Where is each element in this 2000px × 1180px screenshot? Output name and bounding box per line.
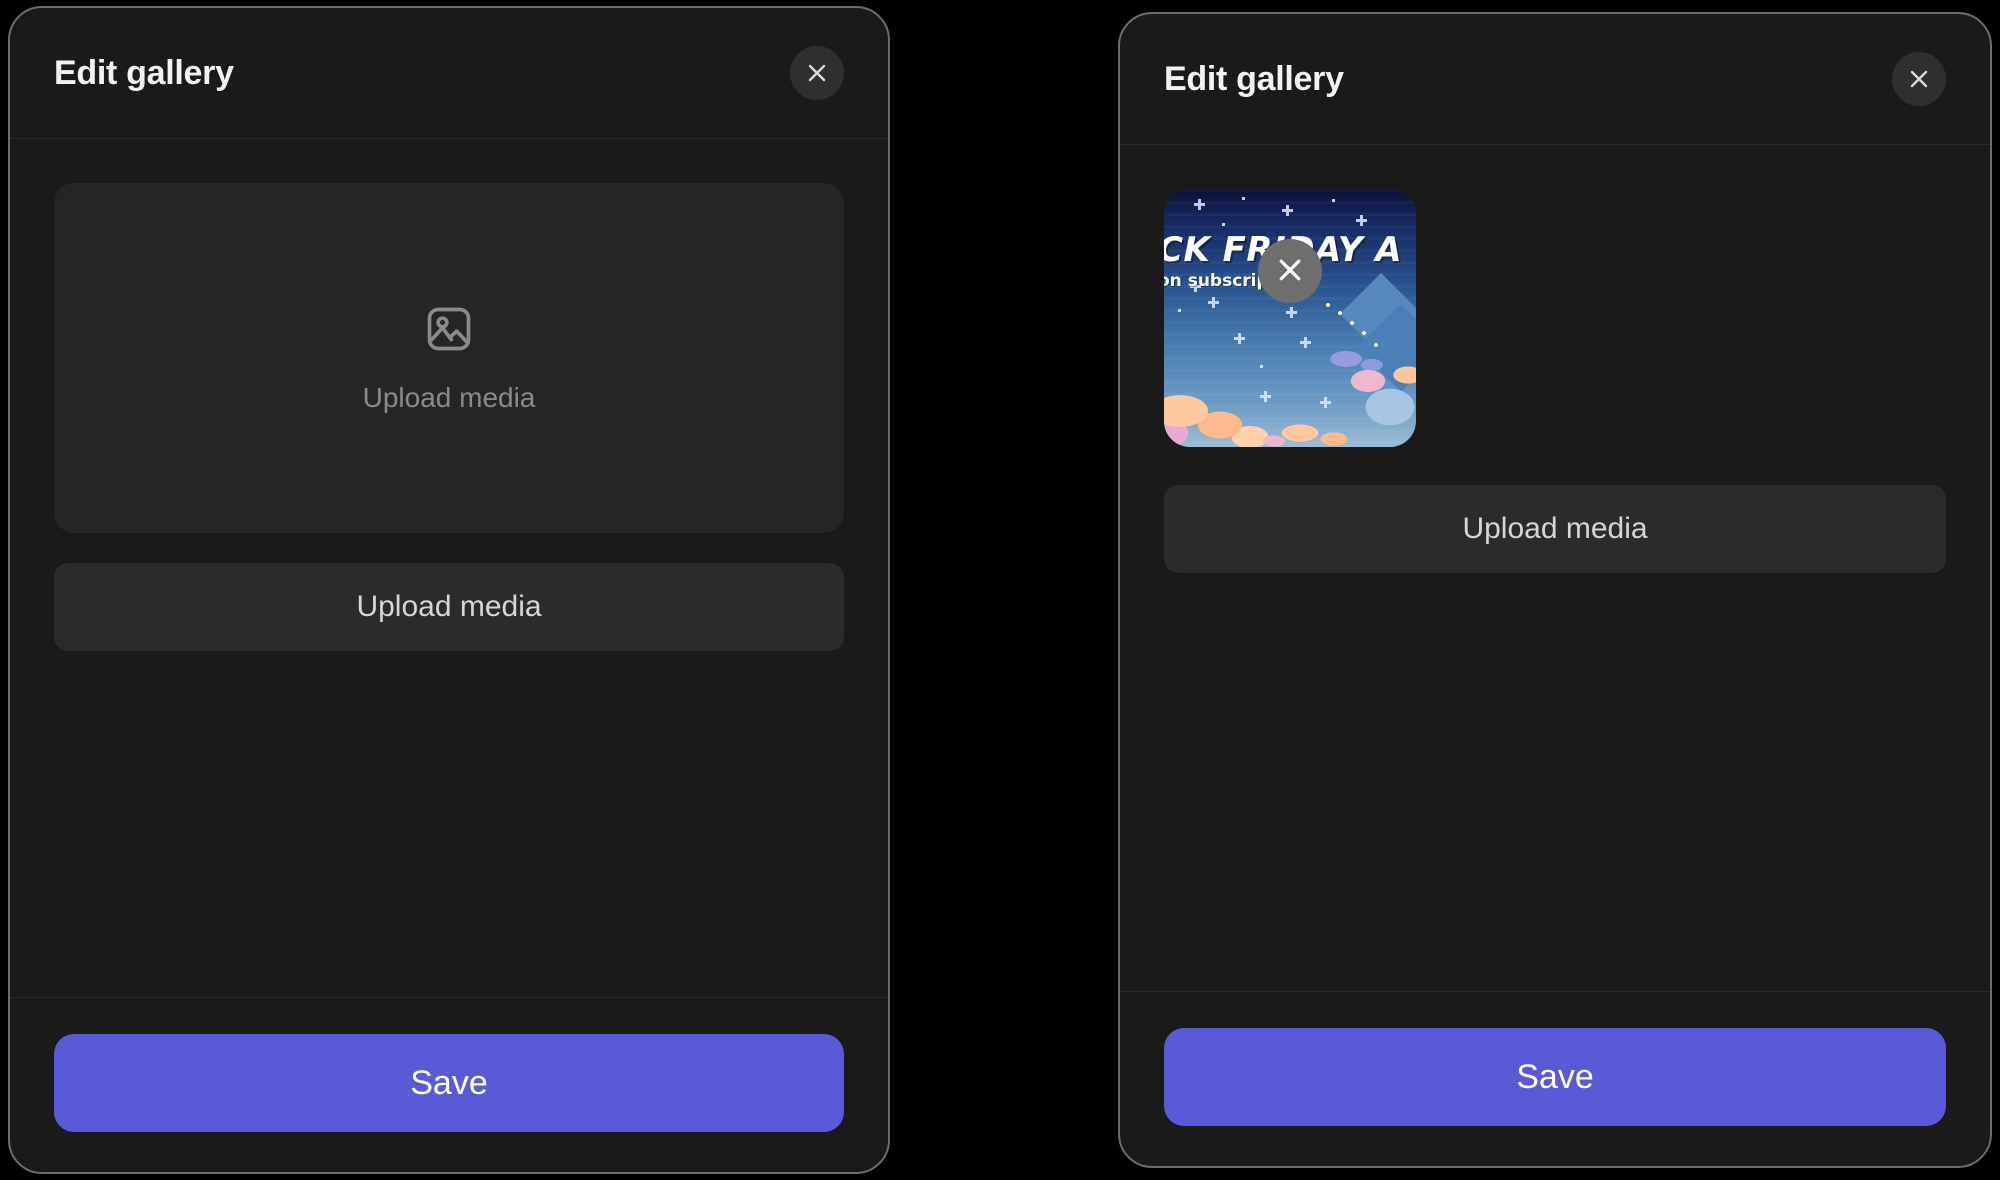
media-dropzone[interactable]: Upload media	[54, 183, 844, 533]
close-icon	[805, 61, 829, 85]
close-button[interactable]	[790, 46, 844, 100]
modal-body: Upload media Upload media	[10, 139, 888, 997]
close-icon	[1275, 255, 1305, 288]
thumbnail-image: CK FRIDAY A on subscriptions	[1164, 189, 1416, 447]
modal-footer: Save	[10, 997, 888, 1172]
upload-media-button[interactable]: Upload media	[54, 563, 844, 651]
modal-body: CK FRIDAY A on subscriptions	[1120, 145, 1990, 991]
modal-header: Edit gallery	[1120, 14, 1990, 145]
thumbnail-cloud	[1328, 353, 1416, 443]
media-thumbnail[interactable]: CK FRIDAY A on subscriptions	[1164, 189, 1416, 447]
close-icon	[1907, 67, 1931, 91]
media-thumbnail-grid: CK FRIDAY A on subscriptions	[1164, 189, 1946, 447]
edit-gallery-modal-empty: Edit gallery Upload media Upload media S…	[8, 6, 890, 1174]
screen-root: Edit gallery Upload media Upload media S…	[0, 0, 2000, 1180]
close-button[interactable]	[1892, 52, 1946, 106]
edit-gallery-modal-with-media: Edit gallery K A on subscriptions Upload…	[1118, 12, 1992, 1168]
modal-footer: Save	[1120, 991, 1990, 1166]
modal-header: Edit gallery	[10, 8, 888, 139]
save-button[interactable]: Save	[1164, 1028, 1946, 1126]
dropzone-label: Upload media	[362, 381, 536, 413]
image-placeholder-icon	[423, 303, 475, 360]
page-title: Edit gallery	[1164, 59, 1344, 98]
save-button[interactable]: Save	[54, 1034, 844, 1132]
remove-media-button[interactable]	[1258, 239, 1322, 303]
upload-media-button[interactable]: Upload media	[1164, 485, 1946, 573]
page-title: Edit gallery	[54, 53, 234, 92]
